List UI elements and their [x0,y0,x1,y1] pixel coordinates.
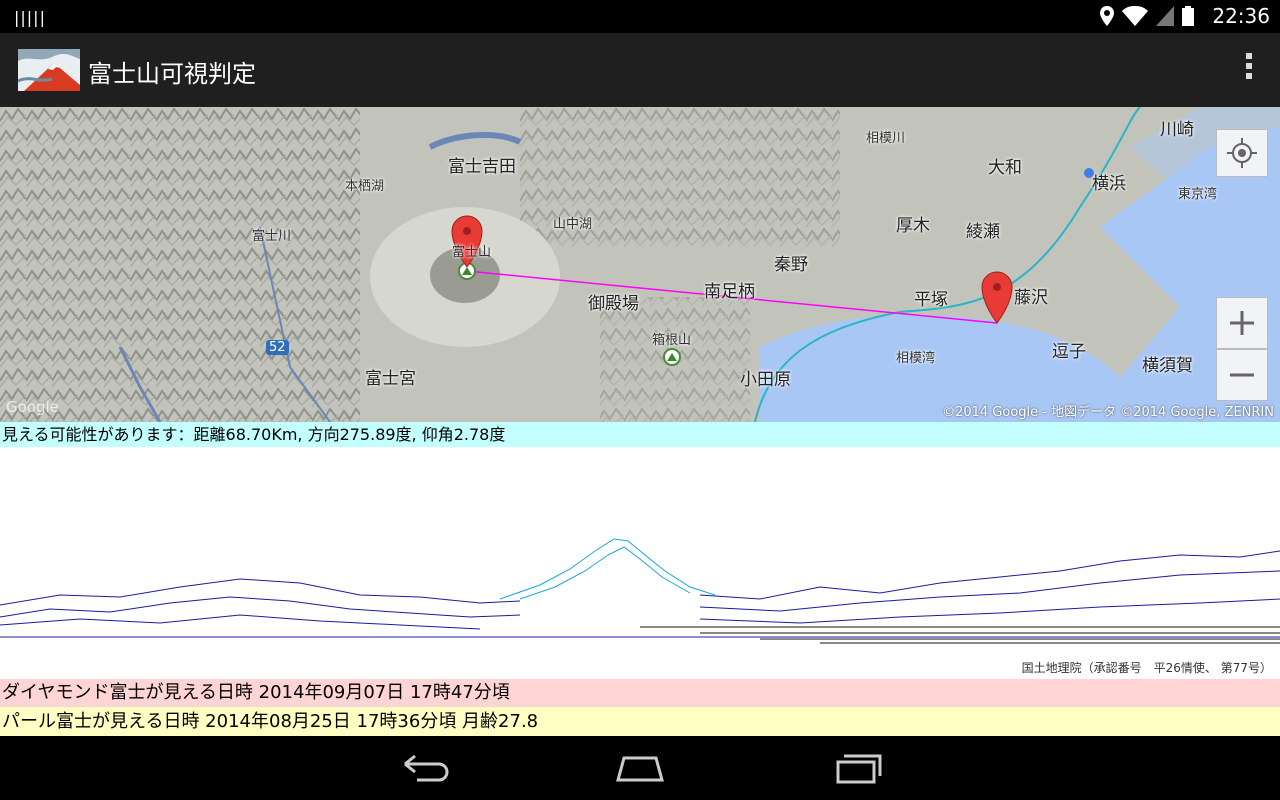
status-icons [1100,6,1194,26]
map-logo: Google [6,398,59,416]
gsi-credit: 国土地理院（承認番号 平26情使、 第77号） [1021,661,1272,675]
back-icon [404,754,449,782]
map-canvas [0,107,1280,422]
home-icon [616,756,664,782]
app-logo-icon[interactable] [18,49,80,91]
map-label-sagamiwan: 相模湾 [896,351,936,366]
navigation-bar [0,736,1280,800]
plus-icon [1230,311,1254,335]
map-label-odawara: 小田原 [740,370,791,390]
page-title: 富士山可視判定 [88,60,256,88]
home-button[interactable] [610,750,670,786]
action-bar: 富士山可視判定 [0,33,1280,107]
back-button[interactable] [395,750,455,786]
map-label-atsugi: 厚木 [896,216,930,236]
map-label-yamato: 大和 [988,158,1022,178]
diamond-fuji-datetime: ダイヤモンド富士が見える日時 2014年09月07日 17時47分頃 [0,679,1280,707]
map-label-fujinomiya: 富士宮 [365,369,416,389]
map-label-tokyowan: 東京湾 [1178,187,1218,202]
terrain-profile: 国土地理院（承認番号 平26情使、 第77号） [0,447,1280,679]
overflow-menu-icon[interactable] [1244,53,1254,87]
map-view[interactable]: 富士吉田 本栖湖 山中湖 富士川 富士山 御殿場 箱根山 富士宮 52 小田原 … [0,107,1280,422]
map-label-fujikawa: 富士川 [252,229,292,244]
map-label-hadano: 秦野 [774,255,808,275]
map-label-yokohama: 横浜 [1092,174,1126,194]
map-label-gotemba: 御殿場 [588,294,639,314]
zoom-in-button[interactable] [1216,297,1268,349]
map-label-kawasaki: 川崎 [1160,120,1194,140]
map-label-ayase: 綾瀬 [966,222,1000,242]
map-label-sagamigawa: 相模川 [866,131,906,146]
recents-button[interactable] [828,750,888,786]
status-bar: ||||| 22:36 [0,0,1280,33]
location-icon [1100,6,1114,26]
profile-drawing [0,538,1280,644]
battery-icon [1182,6,1194,26]
map-label-yamanakako: 山中湖 [553,217,593,232]
clock: 22:36 [1212,4,1270,28]
map-label-fujisan: 富士山 [452,245,492,260]
recents-icon [836,754,882,784]
map-copyright: ©2014 Google - 地図データ ©2014 Google, ZENRI… [942,405,1274,420]
my-location-button[interactable] [1216,129,1268,177]
map-label-fujiyoshida: 富士吉田 [448,157,516,177]
map-label-motosuko: 本栖湖 [345,179,385,194]
visibility-result: 見える可能性があります：距離68.70Km, 方向275.89度, 仰角2.78… [0,422,1280,447]
zoom-out-button[interactable] [1216,349,1268,401]
route-52-badge: 52 [266,340,289,355]
map-label-zushi: 逗子 [1052,342,1086,362]
map-label-yokosuka: 横須賀 [1142,356,1193,376]
map-label-hiratsuka: 平塚 [914,290,948,310]
pearl-fuji-datetime: パール富士が見える日時 2014年08月25日 17時36分頃 月齢27.8 [0,707,1280,736]
notification-icon: ||||| [14,8,46,27]
map-label-minamiashigara: 南足柄 [704,282,755,302]
map-label-hakone: 箱根山 [652,333,692,348]
minus-icon [1230,373,1254,377]
wifi-icon [1122,6,1148,26]
signal-icon [1156,6,1174,26]
map-label-fujisawa: 藤沢 [1014,288,1048,308]
crosshair-icon [1227,138,1257,168]
